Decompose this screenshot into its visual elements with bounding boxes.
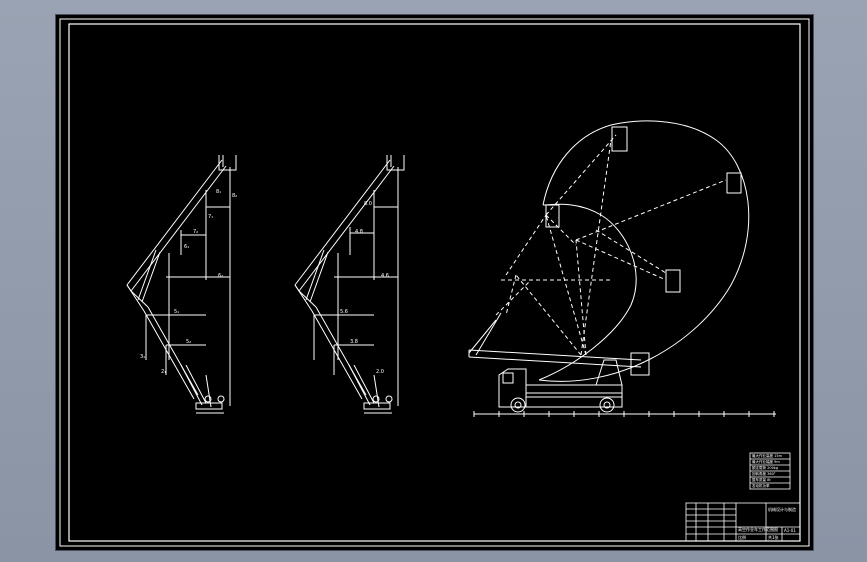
dim-label: 3₁ [140, 354, 145, 360]
dim-label: 6₂ [218, 273, 223, 279]
basket-mid [665, 269, 681, 293]
rear-wheel [599, 397, 615, 413]
spec-row: 最大作业高度 15m [752, 453, 783, 458]
drawing-sheet: 共1张 [768, 534, 779, 540]
company-name: 机械设计与制造 [768, 506, 796, 512]
drawing-title: 高空作业车工作范围图 [738, 526, 778, 532]
dim-label: 7₁ [208, 214, 213, 220]
dim-label: 3.8 [350, 339, 358, 345]
outer-frame [59, 18, 810, 547]
dim-label: 6₁ [184, 244, 189, 250]
dim-label: 8.0 [364, 201, 372, 207]
drawing-number: A1-01 [784, 528, 796, 533]
basket-right [726, 172, 742, 194]
dim-label: 8₂ [232, 193, 237, 199]
boom-side-view-2 [294, 155, 405, 414]
dim-label: 5₂ [186, 339, 191, 345]
front-wheel [510, 397, 526, 413]
title-block-text: 机械设计与制造 高空作业车工作范围图 A1-01 比例 共1张 [738, 506, 796, 540]
inner-frame [68, 23, 801, 542]
dim-label: 4.6 [381, 273, 389, 279]
spec-row: 回转角度 360° [752, 471, 776, 476]
dim-label: 7₂ [193, 229, 198, 235]
spec-row: 额定载荷 200kg [752, 465, 778, 470]
dim-label: 2₁ [161, 369, 166, 375]
drawing-scale: 比例 [738, 534, 746, 540]
dim-label: 8₁ [216, 189, 221, 195]
dim-label: 5.6 [340, 309, 348, 315]
dim-label: 4.8 [355, 229, 363, 235]
spec-row: 发动机功率 [752, 483, 770, 488]
spec-row: 整车质量 8t [752, 477, 771, 482]
working-range-view [468, 120, 776, 417]
inner-envelope [538, 203, 637, 381]
boom-view-1-labels: 8₁ 8₂ 7₁ 7₂ 6₁ 6₂ 5₁ 5₂ 3₁ 2₁ [140, 189, 237, 375]
spec-row: 最大作业幅度 9m [752, 459, 780, 464]
cad-drawing: 8₁ 8₂ 7₁ 7₂ 6₁ 6₂ 5₁ 5₂ 3₁ 2₁ 8.0 4.8 4.… [59, 18, 810, 547]
cad-viewport[interactable]: 8₁ 8₂ 7₁ 7₂ 6₁ 6₂ 5₁ 5₂ 3₁ 2₁ 8.0 4.8 4.… [55, 14, 814, 551]
dim-label: 5₁ [174, 309, 179, 315]
dim-label: 2.0 [376, 369, 384, 375]
basket-top [611, 126, 628, 152]
